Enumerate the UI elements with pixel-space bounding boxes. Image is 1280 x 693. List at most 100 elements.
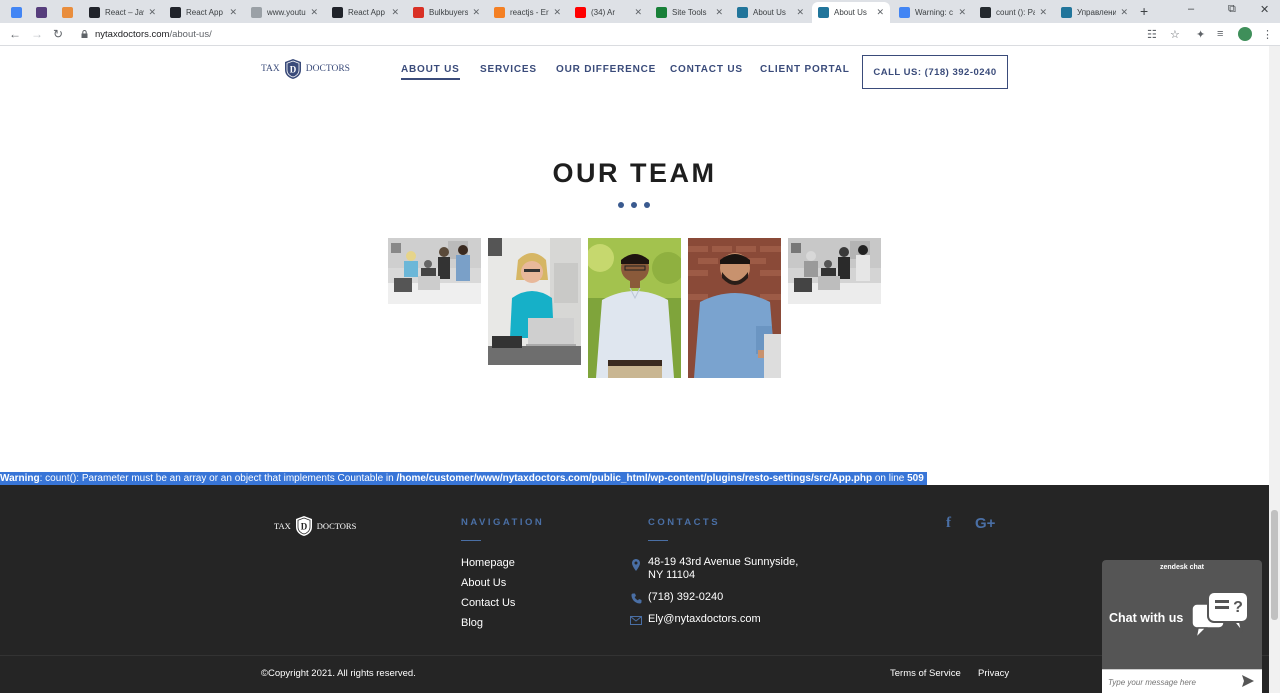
team-photo-woman-desk[interactable] <box>488 238 581 365</box>
tab-close-icon[interactable]: ✕ <box>553 7 561 18</box>
divider-dot <box>644 202 650 208</box>
lock-icon[interactable] <box>81 30 88 38</box>
google-docs-icon <box>11 7 22 18</box>
reading-list-icon[interactable]: ≡ <box>1217 28 1223 40</box>
star-bookmark-icon[interactable]: ☆ <box>1170 28 1180 41</box>
nav-our-difference[interactable]: OUR DIFFERENCE <box>556 64 656 75</box>
tab-close-icon[interactable]: ✕ <box>148 7 156 18</box>
browser-tab[interactable]: React App ✕ <box>164 2 243 23</box>
logo-text-left: TAX <box>261 64 280 74</box>
browser-tab-strip: React – Jav ✕ React App ✕ www.youtu ✕ React Ap… <box>0 0 1280 23</box>
tab-close-icon[interactable]: ✕ <box>229 7 237 18</box>
tab-title: reactjs - Err <box>510 8 550 17</box>
back-arrow-icon[interactable]: ← <box>9 27 21 41</box>
facebook-icon[interactable]: f <box>946 515 951 532</box>
menu-dots-icon[interactable]: ⋮ <box>1262 28 1273 41</box>
footer-phone-link[interactable]: (718) 392-0240 <box>648 591 723 604</box>
browser-tab[interactable]: Bulkbuyers ✕ <box>407 2 486 23</box>
zendesk-chat-widget[interactable]: zendesk chat Chat with us ? <box>1102 560 1262 693</box>
google-plus-icon[interactable]: G+ <box>975 515 995 532</box>
globe-icon <box>251 7 262 18</box>
nav-services[interactable]: SERVICES <box>480 64 537 75</box>
team-photo-man-glasses[interactable] <box>588 238 681 378</box>
browser-tab[interactable]: reactjs - Err ✕ <box>488 2 567 23</box>
footer-email-link[interactable]: Ely@nytaxdoctors.com <box>648 613 761 626</box>
tab-close-icon[interactable]: ✕ <box>876 7 884 18</box>
browser-tab[interactable]: React – Jav ✕ <box>83 2 162 23</box>
tab-close-icon[interactable]: ✕ <box>796 7 804 18</box>
nav-client-portal[interactable]: CLIENT PORTAL <box>760 64 850 75</box>
restore-icon[interactable]: ⧉ <box>1228 3 1236 16</box>
tab-close-icon[interactable]: ✕ <box>634 7 642 18</box>
footer-logo[interactable]: TAX D DOCTORS <box>274 515 356 537</box>
privacy-link[interactable]: Privacy <box>978 668 1009 679</box>
warning-on-line: on line <box>872 473 908 484</box>
chat-bubbles-icon: ? <box>1191 591 1249 641</box>
forward-arrow-icon[interactable]: → <box>31 27 43 41</box>
browser-tab[interactable]: About Us ✕ <box>812 2 890 23</box>
footer-link-contact-us[interactable]: Contact Us <box>461 597 515 609</box>
react-icon <box>170 7 181 18</box>
tab-close-icon[interactable]: ✕ <box>715 7 723 18</box>
tab-close-icon[interactable]: ✕ <box>958 7 966 18</box>
scrollbar-thumb[interactable] <box>1271 510 1278 620</box>
team-photo-group-1[interactable] <box>388 238 481 304</box>
browser-tab[interactable] <box>5 2 29 23</box>
react-icon <box>332 7 343 18</box>
address-bar-row: ← → ↻ nytaxdoctors.com/about-us/ ☷ ☆ ✦ ≡… <box>0 23 1280 46</box>
tab-title: About Us <box>834 8 867 17</box>
chat-with-us-label[interactable]: Chat with us <box>1109 611 1183 625</box>
browser-tab[interactable]: Site Tools ✕ <box>650 2 729 23</box>
team-photo-group-2[interactable] <box>788 238 881 304</box>
nav-about-us[interactable]: ABOUT US <box>401 64 460 80</box>
tab-close-icon[interactable]: ✕ <box>310 7 318 18</box>
translate-icon[interactable]: ☷ <box>1147 28 1157 41</box>
tab-close-icon[interactable]: ✕ <box>1039 7 1047 18</box>
browser-tab[interactable]: Управлени ✕ <box>1055 2 1134 23</box>
wordpress-icon <box>1061 7 1072 18</box>
footer-heading-underline <box>648 540 668 541</box>
site-logo[interactable]: TAX D DOCTORS <box>261 58 350 80</box>
send-icon[interactable] <box>1241 674 1255 688</box>
browser-tab[interactable]: count (): Pa ✕ <box>974 2 1053 23</box>
browser-tab[interactable]: Warning: c ✕ <box>893 2 972 23</box>
extensions-icon[interactable]: ✦ <box>1196 28 1205 41</box>
browser-tab[interactable] <box>56 2 80 23</box>
nav-contact-us[interactable]: CONTACT US <box>670 64 743 75</box>
url-field[interactable]: nytaxdoctors.com/about-us/ <box>95 29 212 40</box>
browser-tab[interactable]: www.youtu ✕ <box>245 2 324 23</box>
footer-link-homepage[interactable]: Homepage <box>461 557 515 569</box>
sitetools-icon <box>656 7 667 18</box>
bootstrap-icon <box>36 7 47 18</box>
call-us-button[interactable]: CALL US: (718) 392-0240 <box>862 55 1008 89</box>
footer-link-about-us[interactable]: About Us <box>461 577 506 589</box>
youtube-icon <box>575 7 586 18</box>
tab-title: React App <box>348 8 385 17</box>
browser-tab[interactable]: About Us ✕ <box>731 2 810 23</box>
site-footer: TAX D DOCTORS NAVIGATION Homepage About … <box>0 485 1269 693</box>
reload-icon[interactable]: ↻ <box>53 27 63 41</box>
warning-message: : count(): Parameter must be an array or… <box>39 473 397 484</box>
tab-close-icon[interactable]: ✕ <box>472 7 480 18</box>
browser-tab[interactable]: (34) Ar ✕ <box>569 2 648 23</box>
envelope-icon <box>630 616 642 625</box>
bulkbuyers-icon <box>413 7 424 18</box>
terms-of-service-link[interactable]: Terms of Service <box>890 668 961 679</box>
footer-contacts-heading: CONTACTS <box>648 517 721 528</box>
browser-tab[interactable]: React App ✕ <box>326 2 405 23</box>
browser-tab[interactable] <box>30 2 54 23</box>
tab-title: Warning: c <box>915 8 953 17</box>
google-icon <box>899 7 910 18</box>
tab-close-icon[interactable]: ✕ <box>391 7 399 18</box>
footer-link-blog[interactable]: Blog <box>461 617 483 629</box>
team-photo-man-beard[interactable] <box>688 238 781 378</box>
chat-message-input[interactable] <box>1108 675 1233 689</box>
tab-close-icon[interactable]: ✕ <box>1120 7 1128 18</box>
profile-avatar-icon[interactable] <box>1238 27 1252 41</box>
footer-divider <box>0 655 1269 656</box>
new-tab-button[interactable]: + <box>1140 3 1148 19</box>
close-window-icon[interactable]: ✕ <box>1260 3 1269 16</box>
address-line-1: 48-19 43rd Avenue Sunnyside, <box>648 556 799 568</box>
minimize-icon[interactable]: – <box>1188 3 1194 15</box>
tab-title: www.youtu <box>267 8 306 17</box>
